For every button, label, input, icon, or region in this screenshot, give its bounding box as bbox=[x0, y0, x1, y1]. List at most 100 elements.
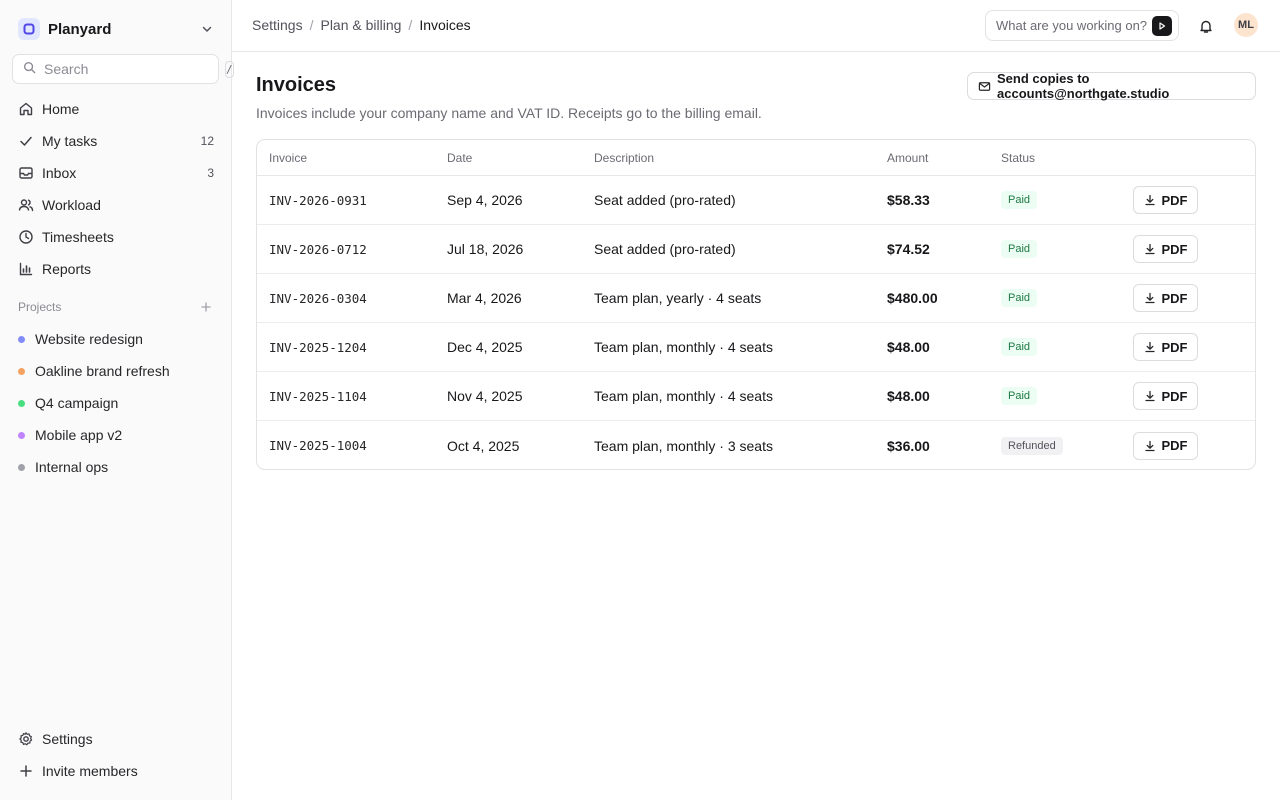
top-bar: Settings / Plan & billing / Invoices ML bbox=[232, 0, 1280, 52]
download-icon bbox=[1144, 194, 1156, 206]
breadcrumb-plan-billing[interactable]: Plan & billing bbox=[320, 17, 401, 33]
nav-item-inbox[interactable]: Inbox 3 bbox=[8, 157, 224, 189]
invoice-description: Seat added (pro-rated) bbox=[594, 241, 736, 257]
nav-item-timesheets[interactable]: Timesheets bbox=[8, 221, 224, 253]
quick-ask-input[interactable] bbox=[996, 18, 1152, 33]
column-header: Status bbox=[1001, 150, 1036, 165]
pdf-label: PDF bbox=[1161, 192, 1188, 208]
nav-item-settings[interactable]: Settings bbox=[8, 723, 224, 755]
sidebar-search[interactable]: / bbox=[12, 54, 234, 84]
invoice-amount: $48.00 bbox=[887, 388, 930, 404]
invoice-date: Mar 4, 2026 bbox=[447, 290, 522, 306]
invoice-number: INV-2025-1204 bbox=[269, 339, 367, 355]
table-header: Invoice Date Description Amount Status bbox=[257, 140, 1255, 176]
download-pdf-button[interactable]: PDF bbox=[1133, 284, 1198, 312]
download-icon bbox=[1144, 243, 1156, 255]
search-icon bbox=[23, 61, 36, 77]
nav-item-workload[interactable]: Workload bbox=[8, 189, 224, 221]
project-color-dot bbox=[18, 399, 25, 407]
invoice-description: Team plan, monthly · 3 seats bbox=[594, 437, 773, 454]
project-color-dot bbox=[18, 431, 25, 439]
send-copies-label: Send copies to accounts@northgate.studio bbox=[997, 71, 1170, 101]
invoice-amount: $48.00 bbox=[887, 339, 930, 355]
project-item[interactable]: Internal ops bbox=[8, 451, 224, 483]
breadcrumb: Settings / Plan & billing / Invoices bbox=[252, 17, 471, 33]
project-color-dot bbox=[18, 367, 25, 375]
pdf-label: PDF bbox=[1161, 438, 1188, 453]
project-item[interactable]: Q4 campaign bbox=[8, 387, 224, 419]
invoice-date: Sep 4, 2026 bbox=[447, 192, 523, 208]
breadcrumb-separator: / bbox=[408, 17, 413, 33]
nav-item-reports[interactable]: Reports bbox=[8, 253, 224, 285]
clock-icon bbox=[18, 229, 34, 245]
table-row: INV-2025-1004 Oct 4, 2025 Team plan, month… bbox=[257, 421, 1255, 469]
download-pdf-button[interactable]: PDF bbox=[1133, 235, 1198, 263]
page-title: Invoices bbox=[256, 74, 337, 96]
sidebar-footer: Settings Invite members bbox=[8, 723, 224, 787]
download-pdf-button[interactable]: PDF bbox=[1133, 382, 1198, 410]
download-pdf-button[interactable]: PDF bbox=[1133, 431, 1198, 460]
mail-icon bbox=[978, 79, 991, 93]
play-icon[interactable] bbox=[1152, 15, 1172, 36]
projects-header: Projects bbox=[18, 299, 214, 315]
project-color-dot bbox=[18, 463, 25, 471]
invoice-number: INV-2026-0712 bbox=[269, 241, 367, 257]
invoice-amount: $58.33 bbox=[887, 192, 930, 208]
nav-item-my-tasks[interactable]: My tasks 12 bbox=[8, 125, 224, 157]
workspace-logo-icon bbox=[18, 18, 40, 40]
send-copies-button[interactable]: Send copies to accounts@northgate.studio bbox=[967, 71, 1256, 101]
table-body: INV-2026-0931 Sep 4, 2026 Seat added (pro-… bbox=[257, 176, 1255, 469]
project-label: Mobile app v2 bbox=[35, 427, 123, 443]
breadcrumb-separator: / bbox=[309, 17, 314, 33]
download-pdf-button[interactable]: PDF bbox=[1133, 186, 1198, 214]
invoice-date: Dec 4, 2025 bbox=[447, 339, 523, 355]
project-item[interactable]: Mobile app v2 bbox=[8, 419, 224, 451]
invoice-amount: $36.00 bbox=[887, 437, 930, 454]
column-header: Description bbox=[594, 150, 655, 165]
quick-ask-box[interactable] bbox=[985, 10, 1179, 41]
invoice-description: Seat added (pro-rated) bbox=[594, 192, 736, 208]
project-item[interactable]: Website redesign bbox=[8, 323, 224, 355]
users-icon bbox=[18, 197, 34, 213]
nav-label: Inbox bbox=[42, 165, 77, 181]
workspace-name: Planyard bbox=[48, 20, 112, 38]
invite-members-button[interactable]: Invite members bbox=[8, 755, 224, 787]
column-header: Amount bbox=[887, 150, 929, 165]
pdf-label: PDF bbox=[1161, 339, 1188, 355]
table-row: INV-2025-1204 Dec 4, 2025 Team plan, month… bbox=[257, 323, 1255, 372]
sidebar: Planyard / Home My tasks 12 Inbox 3 W bbox=[0, 0, 234, 800]
project-item[interactable]: Oakline brand refresh bbox=[8, 355, 224, 387]
status-badge: Paid bbox=[1001, 289, 1038, 307]
nav-item-home[interactable]: Home bbox=[8, 93, 224, 125]
invoice-description: Team plan, yearly · 4 seats bbox=[594, 290, 762, 306]
status-badge: Paid bbox=[1001, 387, 1038, 405]
plus-icon bbox=[18, 763, 34, 779]
nav-label: Settings bbox=[42, 731, 93, 747]
main-nav: Home My tasks 12 Inbox 3 Workload Timesh… bbox=[8, 93, 224, 285]
invoice-date: Oct 4, 2025 bbox=[447, 437, 520, 454]
nav-label: Home bbox=[42, 101, 80, 117]
bar-chart-icon bbox=[18, 261, 34, 277]
project-label: Oakline brand refresh bbox=[35, 363, 170, 379]
breadcrumb-settings[interactable]: Settings bbox=[252, 17, 303, 33]
column-header: Date bbox=[447, 150, 473, 165]
nav-count: 3 bbox=[207, 166, 214, 180]
download-icon bbox=[1144, 341, 1156, 353]
nav-label: Timesheets bbox=[42, 229, 114, 245]
table-row: INV-2026-0304 Mar 4, 2026 Team plan, yearl… bbox=[257, 274, 1255, 323]
invoice-description: Team plan, monthly · 4 seats bbox=[594, 339, 773, 355]
avatar[interactable]: ML bbox=[1234, 13, 1258, 37]
page-subtitle: Invoices include your company name and V… bbox=[256, 105, 762, 121]
pdf-label: PDF bbox=[1161, 290, 1188, 306]
invoices-table: Invoice Date Description Amount Status I… bbox=[256, 139, 1256, 470]
nav-label: Workload bbox=[42, 197, 101, 213]
download-pdf-button[interactable]: PDF bbox=[1133, 333, 1198, 361]
search-input[interactable] bbox=[44, 61, 225, 77]
projects-list: Website redesign Oakline brand refresh Q4 … bbox=[8, 323, 224, 483]
workspace-switcher[interactable]: Planyard bbox=[12, 14, 220, 44]
bell-icon[interactable] bbox=[1197, 17, 1215, 35]
invoice-number: INV-2026-0304 bbox=[269, 290, 367, 306]
project-label: Q4 campaign bbox=[35, 395, 119, 411]
download-icon bbox=[1144, 440, 1156, 452]
add-project-icon[interactable] bbox=[198, 299, 214, 315]
